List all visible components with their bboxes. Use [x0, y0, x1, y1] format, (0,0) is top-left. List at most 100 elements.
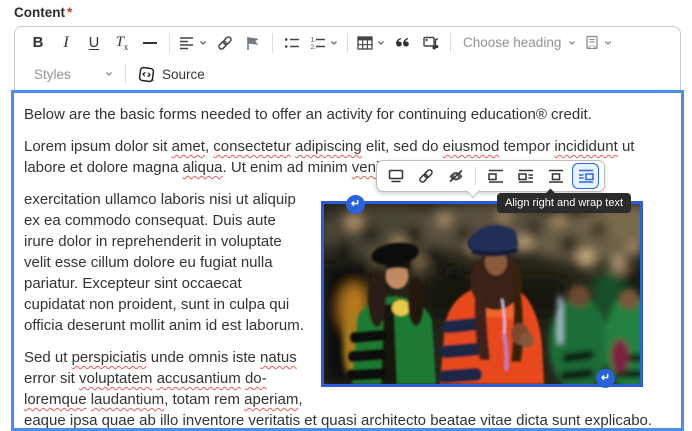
- flag-button[interactable]: [239, 30, 267, 56]
- source-button-label: Source: [162, 66, 205, 82]
- align-left-wrap-icon: [517, 169, 533, 183]
- editor: B I U Tx 1. 2. Choose heading <> Styles …: [11, 26, 684, 431]
- chevron-down-icon: [200, 40, 206, 45]
- text-alternative-button[interactable]: [442, 163, 469, 189]
- numbered-list-dropdown[interactable]: 1. 2.: [306, 30, 342, 56]
- align-block-left-icon: [487, 169, 503, 183]
- align-right-wrap-button[interactable]: [572, 163, 599, 189]
- align-block-left-button[interactable]: [482, 163, 509, 189]
- misspelled-word: explicabo: [584, 412, 648, 429]
- misspelled-word: aperiam: [244, 391, 299, 408]
- media-icon: [423, 36, 439, 49]
- horizontal-line-icon: [143, 41, 157, 44]
- centered-break-text-button[interactable]: [542, 163, 569, 189]
- numbered-list-icon: 1.2.: [311, 36, 325, 51]
- misspelled-word: consectetur: [213, 138, 291, 155]
- align-left-wrap-button[interactable]: [512, 163, 539, 189]
- flag-icon: [247, 36, 259, 50]
- chevron-down-icon: [331, 40, 337, 45]
- required-asterisk: *: [67, 5, 73, 20]
- text-alignment-dropdown[interactable]: [175, 30, 211, 56]
- misspelled-word: inventore: [182, 412, 245, 429]
- rich-text-editor-page: Content * B I U Tx 1. 2. Choose heading …: [0, 0, 692, 431]
- source-button[interactable]: Source: [131, 61, 211, 87]
- link-button[interactable]: [211, 30, 239, 56]
- graduation-ceremony-image: [324, 204, 640, 384]
- toolbar-row-2: Styles Source: [15, 58, 680, 90]
- misspelled-word: incididunt: [554, 138, 618, 155]
- underline-icon: U: [88, 34, 100, 51]
- toolbar-separator: [125, 64, 126, 84]
- misspelled-word: voluptatem: [79, 370, 153, 387]
- underline-button[interactable]: U: [80, 30, 108, 56]
- image-link-button[interactable]: [412, 163, 439, 189]
- insert-media-button[interactable]: [417, 30, 445, 56]
- bold-icon: B: [32, 34, 44, 51]
- editor-toolbar: B I U Tx 1. 2. Choose heading <> Styles …: [14, 26, 681, 90]
- source-icon: [138, 66, 155, 82]
- misspelled-word: accusantium: [156, 370, 241, 387]
- chevron-down-icon: [569, 40, 576, 45]
- table-icon: [357, 35, 373, 50]
- misspelled-word: quae: [101, 412, 135, 429]
- misspelled-word: perspiciatis: [71, 349, 147, 366]
- toggle-caption-button[interactable]: [382, 163, 409, 189]
- toggle-caption-icon: [388, 169, 403, 183]
- misspelled-word: amet: [171, 138, 205, 155]
- return-arrow-icon: ↵: [350, 198, 361, 210]
- field-label: Content *: [14, 5, 72, 20]
- chevron-down-icon: [605, 40, 612, 45]
- toolbar-separator: [475, 167, 476, 185]
- low-vision-icon: [448, 169, 463, 183]
- remove-format-icon: Tx: [115, 33, 129, 52]
- inserted-image-widget[interactable]: ↵ ↵: [321, 195, 643, 388]
- align-left-icon: [180, 36, 193, 49]
- template-icon: <>: [586, 35, 598, 51]
- svg-text:2.: 2.: [311, 44, 317, 51]
- misspelled-word: eiusmod: [442, 138, 500, 155]
- remove-format-button[interactable]: Tx: [108, 30, 136, 56]
- insert-paragraph-after-handle[interactable]: ↵: [596, 369, 615, 388]
- paragraph[interactable]: Below are the basic forms needed to offe…: [24, 104, 671, 125]
- return-arrow-icon: ↵: [600, 372, 611, 384]
- misspelled-word: veritatis: [248, 412, 301, 429]
- chevron-down-icon: [106, 72, 112, 76]
- svg-text:<>: <>: [588, 44, 596, 51]
- image-balloon-toolbar: [376, 160, 605, 192]
- chevron-down-icon: [378, 40, 384, 45]
- insert-paragraph-before-handle[interactable]: ↵: [346, 195, 365, 214]
- toolbar-separator: [272, 32, 273, 53]
- bold-button[interactable]: B: [24, 30, 52, 56]
- toolbar-row-1: B I U Tx 1. 2. Choose heading <>: [15, 27, 680, 58]
- toolbar-separator: [169, 32, 170, 53]
- block-quote-icon: [396, 37, 409, 46]
- italic-icon: I: [63, 33, 69, 51]
- heading-dropdown-label: Choose heading: [463, 35, 562, 50]
- link-icon: [418, 169, 433, 183]
- field-label-text: Content: [14, 5, 65, 20]
- heading-dropdown[interactable]: Choose heading: [456, 30, 580, 56]
- align-right-wrap-icon: [578, 169, 594, 183]
- link-icon: [218, 35, 232, 50]
- misspelled-word: laudantium: [90, 391, 165, 408]
- editor-content-area[interactable]: Below are the basic forms needed to offe…: [11, 90, 684, 431]
- toolbar-separator: [347, 32, 348, 53]
- styles-dropdown-label: Styles: [34, 66, 71, 82]
- tooltip: Align right and wrap text: [497, 193, 632, 213]
- block-quote-button[interactable]: [389, 30, 417, 56]
- italic-button[interactable]: I: [52, 30, 80, 56]
- misspelled-word: eaque: [24, 412, 66, 429]
- insert-table-dropdown[interactable]: [353, 30, 389, 56]
- svg-text:1.: 1.: [311, 36, 317, 43]
- misspelled-word: aliqua: [182, 159, 223, 176]
- bulleted-list-button[interactable]: [278, 30, 306, 56]
- centered-break-text-icon: [548, 169, 563, 183]
- horizontal-line-button[interactable]: [136, 30, 164, 56]
- styles-dropdown[interactable]: Styles: [24, 61, 120, 87]
- misspelled-word: adipiscing: [295, 138, 362, 155]
- toolbar-separator: [450, 32, 451, 53]
- insert-template-dropdown[interactable]: <>: [580, 30, 616, 56]
- misspelled-word: beatae: [430, 412, 477, 429]
- misspelled-word: natus: [260, 349, 297, 366]
- bulleted-list-icon: [285, 37, 299, 48]
